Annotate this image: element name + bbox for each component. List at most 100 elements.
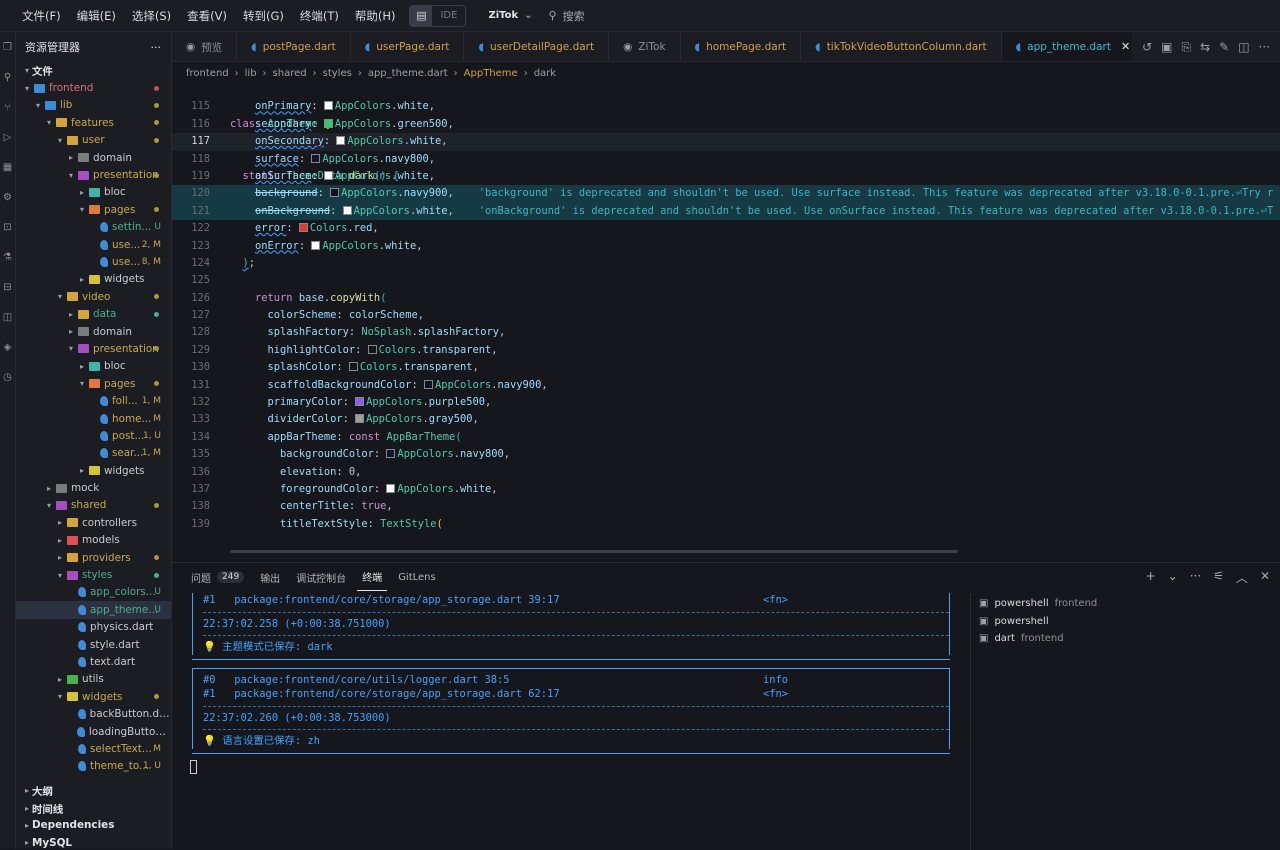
menu-item[interactable]: 文件(F) [14,0,69,32]
editor-tab[interactable]: ◉ ZiTok [609,32,681,61]
code-line[interactable]: 127 colorScheme: colorScheme, [172,307,1280,324]
sidebar-section[interactable]: ▸ 大纲 [16,782,171,799]
code-line[interactable]: 136 elevation: 0, [172,464,1280,481]
tree-item[interactable]: ▸ widgets [16,271,171,288]
code-line[interactable]: 119 onSurface: AppColors.white, [172,168,1280,185]
tree-item[interactable]: ▸ domain [16,323,171,340]
tree-item[interactable]: ▾ widgets [16,688,171,705]
editor-tab[interactable]: ◖ app_theme.dart ✕ [1001,32,1146,61]
docker-icon[interactable]: ◈ [0,332,15,362]
tree-item[interactable]: ▾ features [16,114,171,131]
tree-item[interactable]: ▾ presentation [16,340,171,357]
panel-tab[interactable]: 调试控制台 [291,563,351,591]
code-line[interactable]: 135 backgroundColor: AppColors.navy800, [172,446,1280,463]
breadcrumb-item[interactable]: app_theme.dart [368,68,448,79]
maximize-panel-icon[interactable]: ︿ [1236,569,1248,586]
code-line[interactable]: 115 onPrimary: AppColors.white, [172,98,1280,115]
tree-item[interactable]: sear... 1, M [16,445,171,462]
code-line[interactable]: 137 foregroundColor: AppColors.white, [172,481,1280,498]
tree-item[interactable]: ▾ video [16,288,171,305]
breadcrumb-item[interactable]: AppTheme [464,68,518,79]
menu-item[interactable]: 编辑(E) [69,0,124,32]
tree-item[interactable]: ▾ lib [16,97,171,114]
editor-tab[interactable]: ◖ userPage.dart [351,32,465,61]
tree-item[interactable]: ▸ bloc [16,358,171,375]
code-line[interactable]: 128 splashFactory: NoSplash.splashFactor… [172,324,1280,341]
tree-item[interactable]: ▸ domain [16,149,171,166]
menu-item[interactable]: 选择(S) [124,0,179,32]
tree-item[interactable]: ▾ presentation [16,166,171,183]
extensions-icon[interactable]: ▦ [0,152,15,182]
sidebar-section[interactable]: ▸ MySQL [16,834,171,849]
workspace-switcher[interactable]: ZiTok ⌄ [488,10,532,21]
horizontal-scrollbar[interactable] [230,550,958,553]
editor-tab[interactable]: ◖ tikTokVideoButtonColumn.dart [801,32,1002,61]
tree-item[interactable]: physics.dart [16,619,171,636]
code-line[interactable]: 123 onError: AppColors.white, [172,238,1280,255]
edit-icon[interactable]: ✎ [1219,40,1229,54]
tree-item[interactable]: text.dart [16,653,171,670]
code-line[interactable]: 139 titleTextStyle: TextStyle( [172,516,1280,533]
code-line[interactable]: 134 appBarTheme: const AppBarTheme( [172,429,1280,446]
sidebar-section[interactable]: ▸ Dependencies [16,817,171,834]
breadcrumb-item[interactable]: styles [323,68,352,79]
explorer-icon[interactable]: ❐ [0,32,15,62]
more-actions-icon[interactable]: ··· [1190,569,1201,586]
tree-item[interactable]: ▾ frontend [16,79,171,96]
tree-item[interactable]: ▸ models [16,532,171,549]
run-debug-icon[interactable]: ▷ [0,122,15,152]
panel-tab[interactable]: 终端 [357,563,388,591]
tree-item[interactable]: backButton.dart [16,705,171,722]
terminal-instance[interactable]: ▣ powershell frontend [979,595,1272,612]
sidebar-section[interactable]: ▸ 时间线 [16,799,171,816]
remote-icon[interactable]: ⊡ [0,212,15,242]
tree-item[interactable]: home... M [16,410,171,427]
history-icon[interactable]: ↺ [1142,40,1152,54]
tree-item[interactable]: use... 2, M [16,236,171,253]
code-line[interactable]: 125 [172,272,1280,289]
panel-settings-icon[interactable]: ⚟ [1213,569,1224,586]
code-line[interactable]: 120 background: AppColors.navy900, 'back… [172,185,1280,203]
code-line[interactable]: 129 highlightColor: Colors.transparent, [172,342,1280,359]
panel-tab[interactable]: 输出 [255,563,285,591]
terminal-instance[interactable]: ▣ powershell [979,612,1272,629]
tree-item[interactable]: theme_to... 1, U [16,758,171,775]
panel-tab[interactable]: GitLens [393,563,441,591]
testing-icon[interactable]: ⚗ [0,242,15,272]
tree-item[interactable]: post... 1, U [16,427,171,444]
more-actions-icon[interactable]: ··· [1259,40,1270,54]
tree-item[interactable]: app_theme... U [16,601,171,619]
files-section-header[interactable]: ▾ 文件 [16,62,171,79]
close-icon[interactable]: ✕ [1260,569,1270,586]
breadcrumb-item[interactable]: dark [534,68,556,79]
terminal-instance[interactable]: ▣ dart frontend [979,630,1272,647]
ide-label[interactable]: IDE [432,10,465,21]
editor-tab[interactable]: ◖ postPage.dart [237,32,351,61]
code-line[interactable]: 124 ); [172,255,1280,272]
tree-item[interactable]: ▸ providers [16,549,171,566]
terminal-output[interactable]: #1 package:frontend/core/storage/app_sto… [190,593,950,843]
menu-item[interactable]: 帮助(H) [347,0,404,32]
compare-icon[interactable]: ⇆ [1200,40,1210,54]
tree-item[interactable]: ▸ data [16,305,171,322]
more-actions-icon[interactable]: ··· [151,41,162,54]
code-line[interactable]: 126 return base.copyWith( [172,290,1280,307]
tree-item[interactable]: ▾ shared [16,497,171,514]
tree-item[interactable]: loadingButton.d... [16,723,171,740]
tree-item[interactable]: ▾ pages [16,375,171,392]
close-icon[interactable]: ✕ [1121,40,1130,53]
tree-item[interactable]: use... 8, M [16,253,171,270]
tree-item[interactable]: selectText... M [16,740,171,757]
tree-item[interactable]: ▸ utils [16,671,171,688]
tree-item[interactable]: ▾ styles [16,566,171,583]
tree-item[interactable]: ▾ pages [16,201,171,218]
tree-item[interactable]: ▸ controllers [16,514,171,531]
terminal-cursor[interactable] [190,759,950,774]
add-terminal-icon[interactable]: + [1146,569,1156,586]
code-line[interactable]: 133 dividerColor: AppColors.gray500, [172,411,1280,428]
source-control-icon[interactable]: ⑂ [0,92,15,122]
breadcrumb-item[interactable]: frontend [186,68,229,79]
editor-tab[interactable]: ◖ homePage.dart [681,32,802,61]
code-line[interactable]: 131 scaffoldBackgroundColor: AppColors.n… [172,377,1280,394]
menu-item[interactable]: 转到(G) [235,0,292,32]
